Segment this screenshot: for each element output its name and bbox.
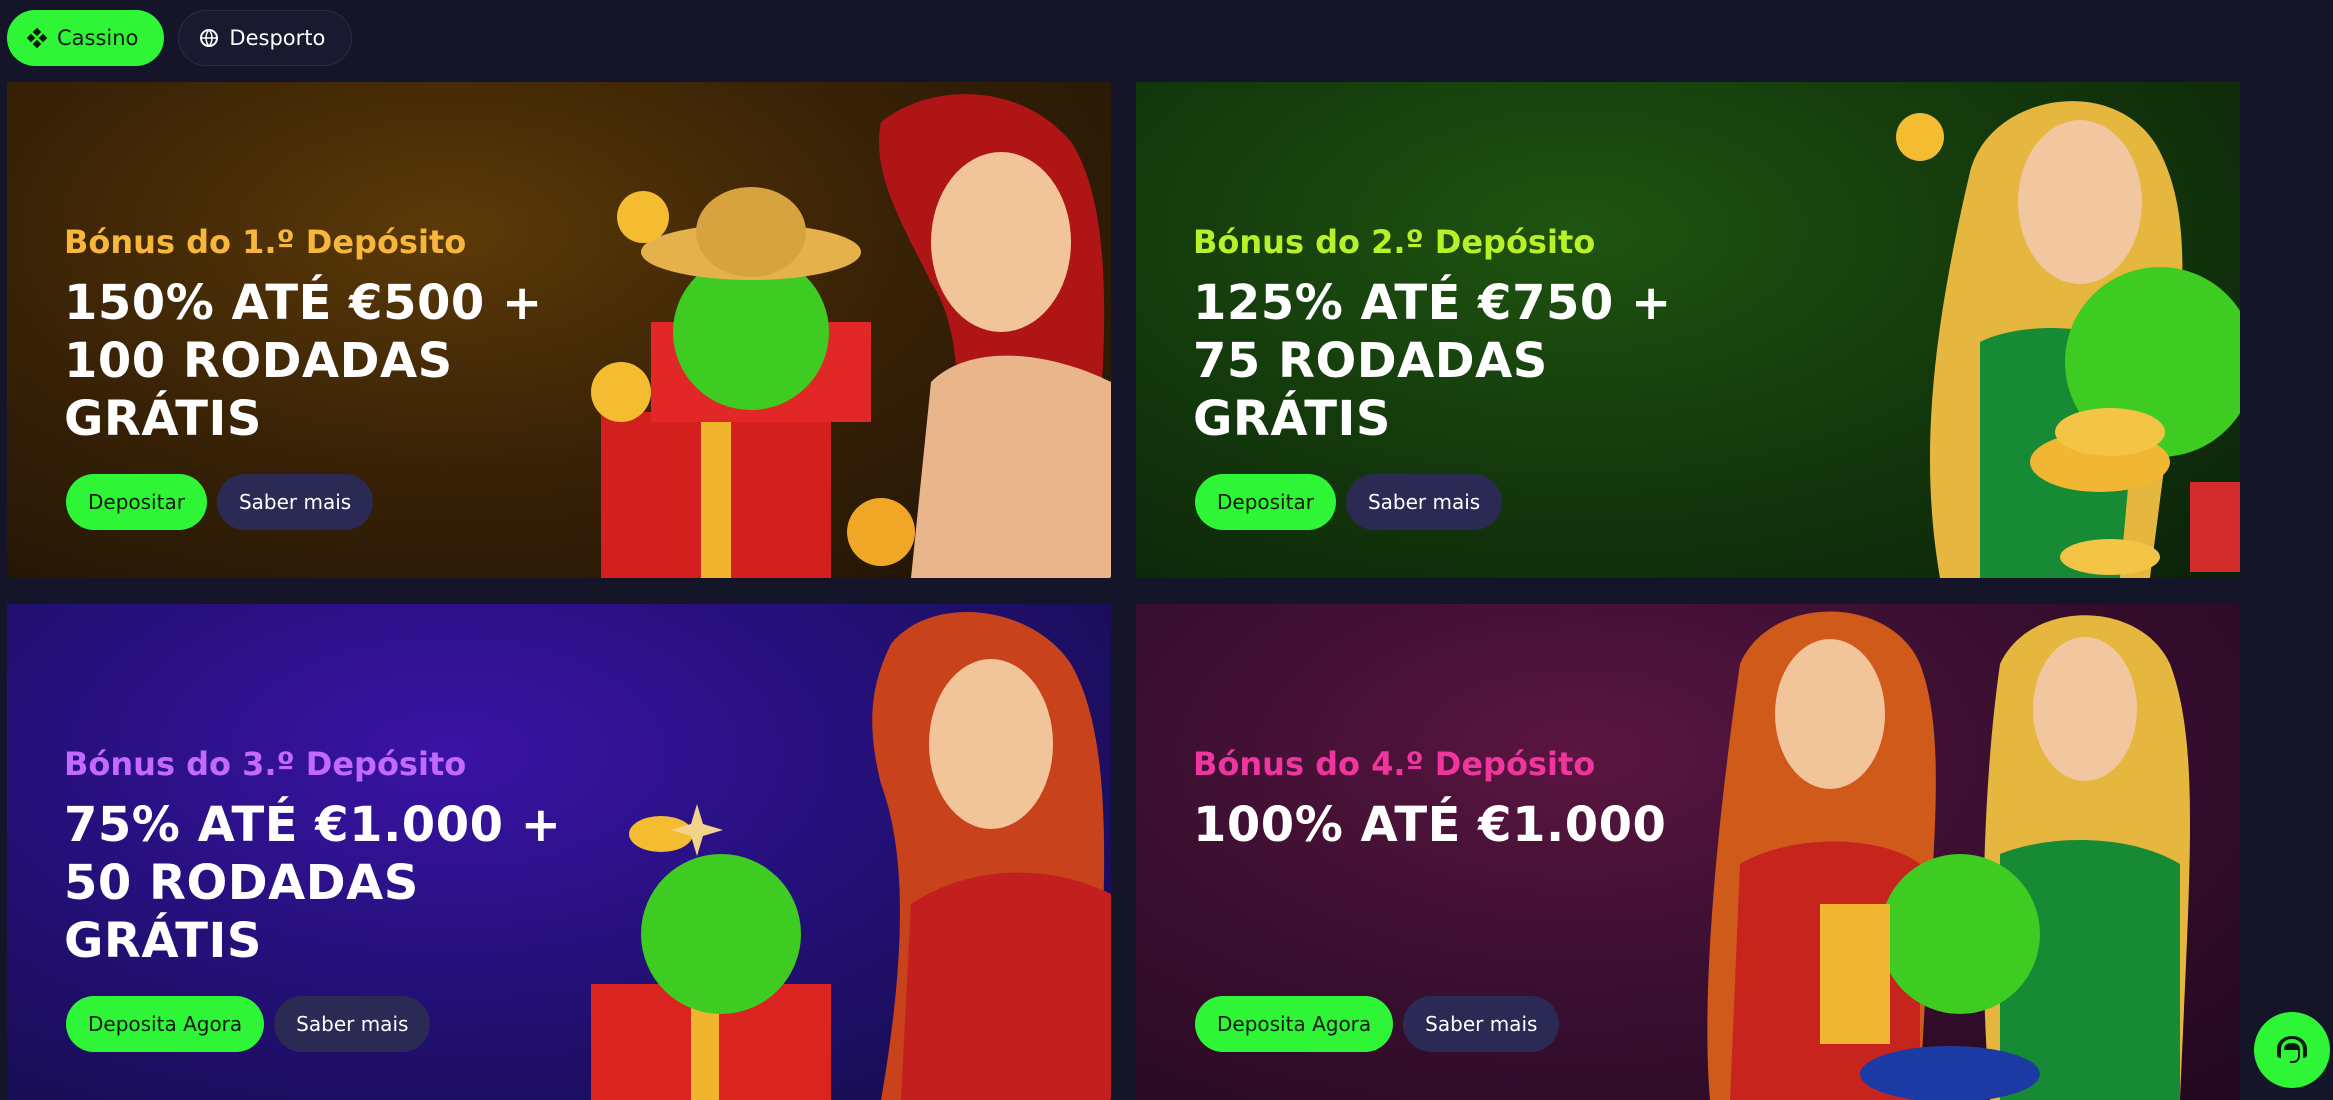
- deposit-button[interactable]: Depositar: [1195, 474, 1336, 530]
- learn-more-button[interactable]: Saber mais: [216, 474, 374, 530]
- deposit-now-button[interactable]: Deposita Agora: [1195, 996, 1394, 1052]
- promo-card-deposit-2: Bónus do 2.º Depósito 125% ATÉ €750 + 75…: [1136, 82, 2240, 578]
- promo-title: 150% ATÉ €500 + 100 RODADAS GRÁTIS: [64, 275, 543, 447]
- tab-desporto[interactable]: Desporto: [178, 10, 353, 66]
- promo-subtitle: Bónus do 2.º Depósito: [1193, 223, 1596, 261]
- promo-card-deposit-4: Bónus do 4.º Depósito 100% ATÉ €1.000 De…: [1136, 604, 2240, 1100]
- promo-text-1: Bónus do 1.º Depósito 150% ATÉ €500 + 10…: [64, 222, 624, 448]
- tab-desporto-label: Desporto: [229, 26, 326, 50]
- learn-more-button[interactable]: Saber mais: [1403, 996, 1560, 1052]
- promo-illustration-giftbox-mascot: [591, 611, 1111, 1100]
- chat-button[interactable]: [2254, 1012, 2330, 1088]
- promo-actions-1: Depositar Saber mais: [66, 474, 374, 530]
- promo-title: 75% ATÉ €1.000 + 50 RODADAS GRÁTIS: [64, 797, 562, 969]
- promo-card-deposit-3: Bónus do 3.º Depósito 75% ATÉ €1.000 + 5…: [7, 604, 1111, 1100]
- chat-icon: [2277, 1036, 2307, 1063]
- promo-subtitle: Bónus do 1.º Depósito: [64, 223, 467, 261]
- promo-card-deposit-1: Bónus do 1.º Depósito 150% ATÉ €500 + 10…: [7, 82, 1111, 578]
- learn-more-button[interactable]: Saber mais: [274, 996, 431, 1052]
- deposit-now-button[interactable]: Deposita Agora: [66, 996, 265, 1052]
- tab-cassino[interactable]: Cassino: [7, 10, 165, 66]
- learn-more-button[interactable]: Saber mais: [1345, 474, 1503, 530]
- promo-title: 100% ATÉ €1.000: [1193, 797, 1667, 853]
- tab-cassino-label: Cassino: [57, 26, 139, 50]
- promo-subtitle: Bónus do 4.º Depósito: [1193, 745, 1596, 783]
- ball-icon: [199, 28, 219, 48]
- promo-text-2: Bónus do 2.º Depósito 125% ATÉ €750 + 75…: [1193, 222, 1753, 448]
- deposit-button[interactable]: Depositar: [66, 474, 207, 530]
- category-tabs: Cassino Desporto: [7, 10, 353, 66]
- promo-text-4: Bónus do 4.º Depósito 100% ATÉ €1.000: [1193, 744, 1753, 854]
- cards-icon: [27, 28, 47, 48]
- promo-actions-2: Depositar Saber mais: [1195, 474, 1503, 530]
- promo-actions-3: Deposita Agora Saber mais: [66, 996, 431, 1052]
- promo-subtitle: Bónus do 3.º Depósito: [64, 745, 467, 783]
- promo-illustration-coins-mascot: [1896, 101, 2240, 578]
- promo-illustration-gift-mascot: [591, 94, 1111, 578]
- promo-actions-4: Deposita Agora Saber mais: [1195, 996, 1560, 1052]
- promo-title: 125% ATÉ €750 + 75 RODADAS GRÁTIS: [1193, 275, 1672, 447]
- promo-text-3: Bónus do 3.º Depósito 75% ATÉ €1.000 + 5…: [64, 744, 624, 970]
